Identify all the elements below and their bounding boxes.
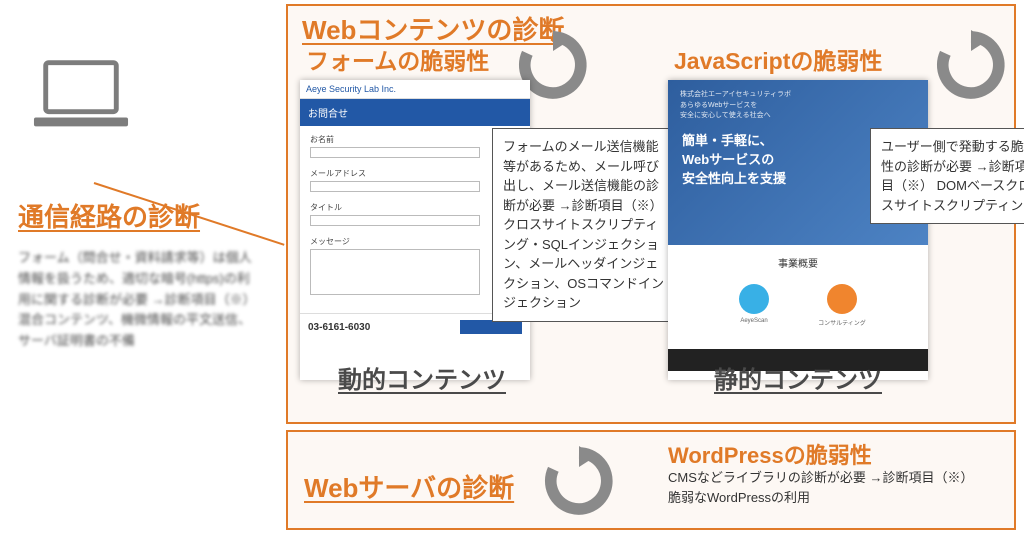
web-server-panel: Webサーバの診断 WordPressの脆弱性 CMSなどライブラリの診断が必要… [286, 430, 1016, 530]
thumb-input [310, 181, 480, 192]
thumb-section-title: 事業概要 [668, 245, 928, 270]
wordpress-body: CMSなどライブラリの診断が必要 →診断項目（※） 脆弱なWordPressの利… [668, 468, 988, 508]
js-callout: ユーザー側で発動する脆弱性の診断が必要 →診断項目（※） DOMベースクロスサイ… [870, 128, 1024, 224]
thumb-field-label: メッセージ [310, 236, 520, 247]
thumb-phone: 03-6161-6030 [308, 322, 370, 333]
cycle-icon [544, 446, 614, 516]
thumb-card: AeyeScan [730, 284, 778, 327]
thumb-hero-mini: 株式会社エーアイセキュリティラボあらゆるWebサービスを安全に安心して使える社会… [680, 90, 791, 122]
thumb-card-label: AeyeScan [740, 318, 767, 324]
consult-icon [827, 284, 857, 314]
left-column: 通信経路の診断 フォーム（問合せ・資料請求等）は個人情報を扱うため、適切な暗号(… [18, 58, 258, 352]
thumb-card-label: コンサルティング [818, 321, 866, 327]
thumb-field-label: お名前 [310, 134, 520, 145]
thumb-submit-button [460, 320, 522, 334]
thumb-field-label: タイトル [310, 202, 520, 213]
thumb-input [310, 147, 480, 158]
laptop-icon [32, 58, 130, 132]
wordpress-subtitle: WordPressの脆弱性 [668, 438, 872, 470]
thumb-company: Aeye Security Lab Inc. [300, 80, 530, 99]
thumb-card: コンサルティング [818, 284, 866, 327]
connector-line [140, 122, 270, 126]
web-server-title: Webサーバの診断 [304, 468, 514, 505]
web-contents-panel: Webコンテンツの診断 フォームの脆弱性 Aeye Security Lab I… [286, 4, 1016, 424]
thumb-textarea [310, 249, 480, 295]
static-contents-label: 静的コンテンツ [708, 360, 888, 395]
site-thumbnail: 株式会社エーアイセキュリティラボあらゆるWebサービスを安全に安心して使える社会… [668, 80, 928, 380]
thumb-heading: お問合せ [300, 99, 530, 126]
js-subtitle: JavaScriptの脆弱性 [674, 42, 882, 76]
left-section-title: 通信経路の診断 [18, 197, 258, 234]
thumb-input [310, 215, 480, 226]
drop-icon [739, 284, 769, 314]
left-section-body: フォーム（問合せ・資料請求等）は個人情報を扱うため、適切な暗号(https)の利… [18, 248, 258, 352]
thumb-field-label: メールアドレス [310, 168, 520, 179]
dynamic-contents-label: 動的コンテンツ [332, 360, 512, 395]
form-subtitle: フォームの脆弱性 [306, 42, 489, 76]
form-callout: フォームのメール送信機能等があるため、メール呼び出し、メール送信機能の診断が必要… [492, 128, 680, 322]
thumb-cards: AeyeScan コンサルティング [668, 284, 928, 327]
cycle-icon [936, 30, 1006, 100]
